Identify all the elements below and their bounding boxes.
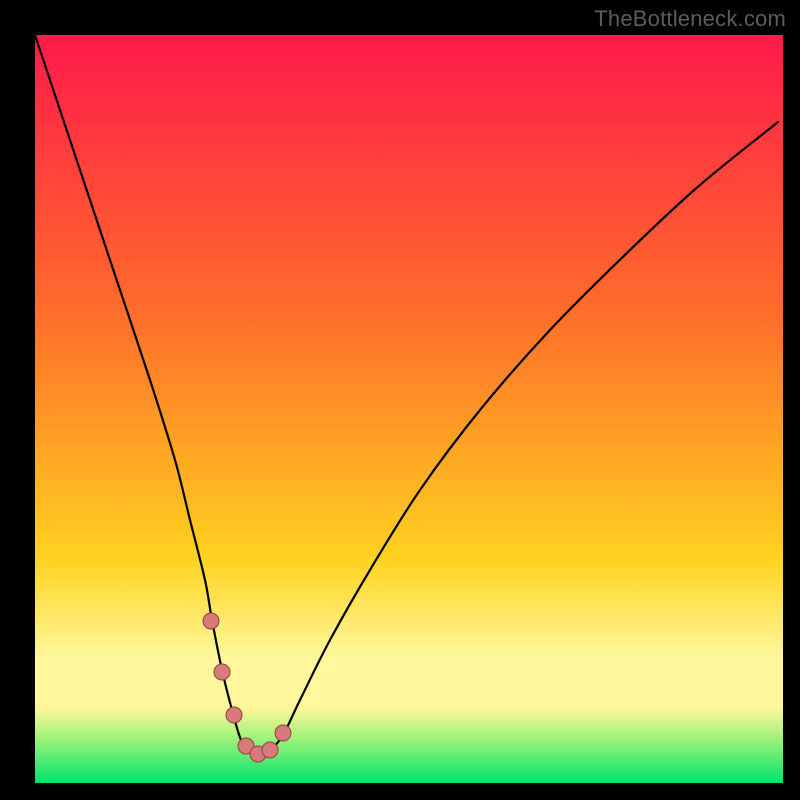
- background-gradient: [35, 35, 783, 783]
- chart-frame: TheBottleneck.com: [0, 0, 800, 800]
- watermark-text: TheBottleneck.com: [594, 6, 786, 32]
- plot-area: [35, 35, 783, 783]
